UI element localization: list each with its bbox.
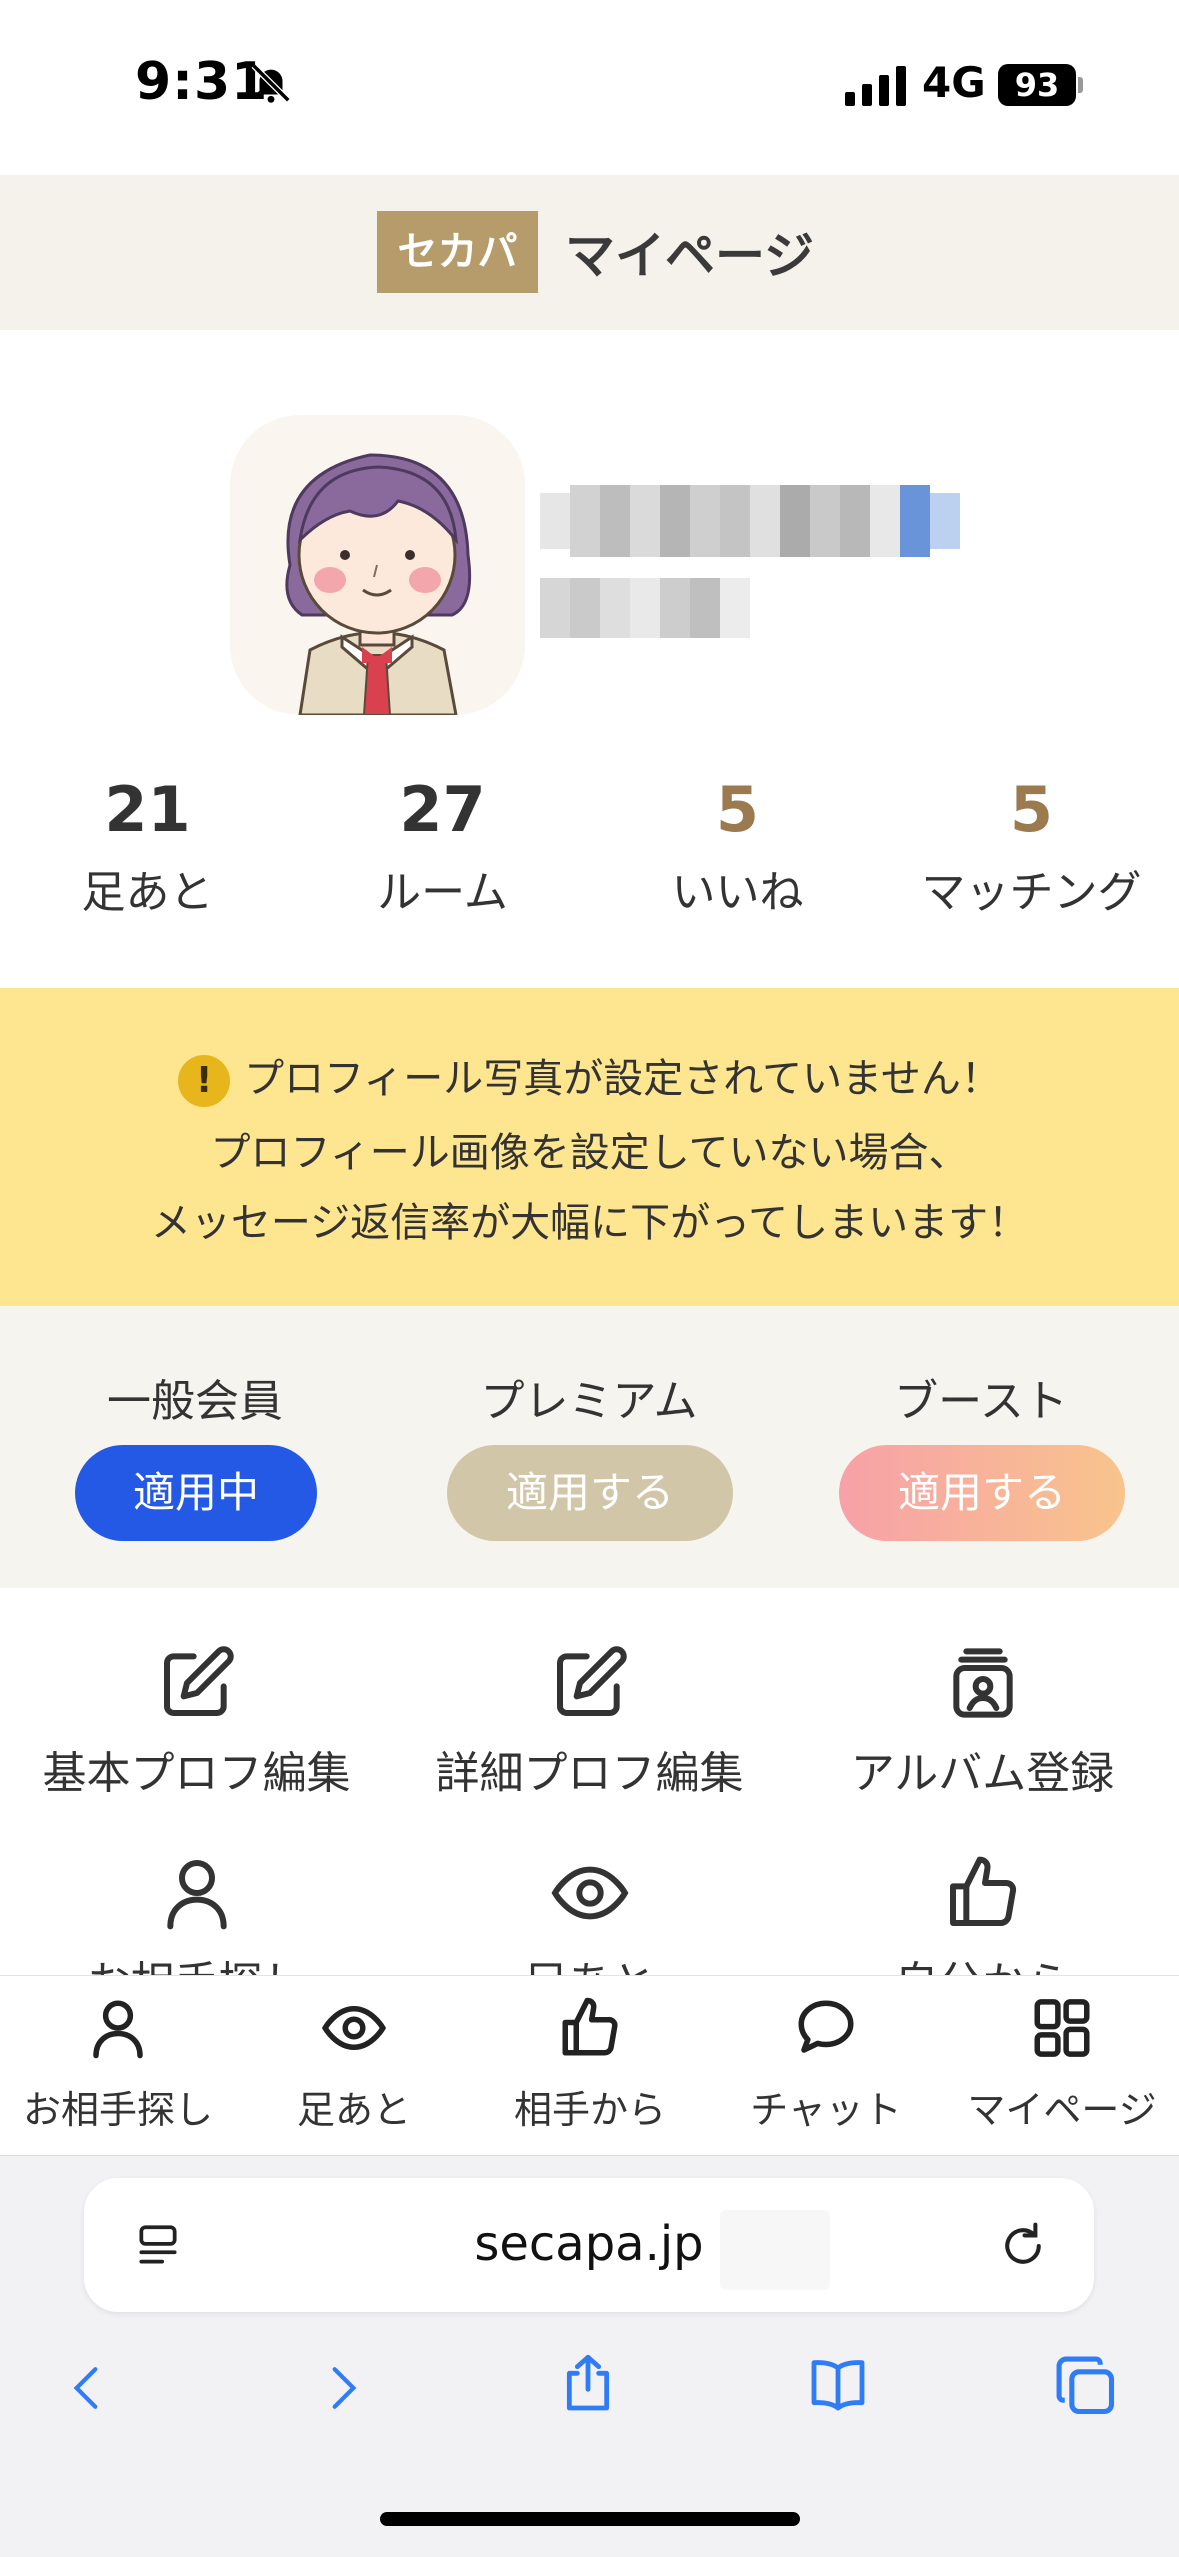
stat-rooms[interactable]: 27 ルーム	[295, 770, 590, 920]
tab-from-partner[interactable]: 相手から	[472, 1995, 708, 2134]
warning-line-3: メッセージ返信率が大幅に下がってしまいます！	[150, 1200, 1029, 1246]
exclamation-icon: !	[178, 1055, 231, 1107]
stat-value: 5	[1009, 773, 1054, 846]
thumbs-up-icon	[562, 1997, 618, 2056]
person-icon	[93, 2000, 143, 2059]
eye-icon	[551, 1866, 628, 1920]
blurred-subtitle	[540, 578, 750, 638]
chat-icon	[798, 2000, 854, 2053]
menu-label: 自分から	[786, 1947, 1179, 1975]
tab-label: チャット	[750, 2088, 902, 2132]
stat-value: 5	[715, 773, 760, 846]
tab-chat[interactable]: チャット	[708, 1995, 944, 2134]
home-indicator	[380, 2512, 800, 2526]
stat-value: 27	[399, 773, 486, 846]
avatar-illustration	[230, 415, 525, 715]
stat-label: いいね	[671, 867, 804, 918]
cellular-signal-icon	[845, 66, 906, 106]
menu-label: 基本プロフ編集	[42, 1748, 351, 1799]
menu-label: お相手探し	[0, 1947, 393, 1975]
plan-label-regular: 一般会員	[107, 1376, 283, 1427]
blurred-url-region	[720, 2210, 830, 2290]
blurred-username	[540, 485, 960, 557]
warning-line-1: ! プロフィール写真が設定されていません！	[0, 1046, 1179, 1107]
edit-icon	[556, 1646, 627, 1716]
grid-icon	[1034, 1999, 1090, 2057]
share-icon[interactable]	[556, 2348, 620, 2420]
tabs-icon[interactable]	[1052, 2352, 1120, 2420]
premium-apply-button[interactable]: 適用する	[447, 1445, 733, 1541]
menu-label: 詳細プロフ編集	[435, 1748, 744, 1799]
boost-apply-button[interactable]: 適用する	[839, 1445, 1125, 1541]
thumbs-up-icon	[949, 1856, 1016, 1927]
album-icon	[952, 1648, 1013, 1718]
silent-bell-icon	[251, 63, 291, 103]
menu-label: アルバム登録	[850, 1748, 1115, 1799]
tab-label: お相手探し	[22, 2088, 213, 2132]
tab-search-partner[interactable]: お相手探し	[0, 1995, 236, 2134]
back-icon[interactable]	[62, 2358, 112, 2418]
battery-tip	[1078, 77, 1083, 93]
stat-label: 足あと	[81, 867, 214, 918]
plan-label-premium: プレミアム	[480, 1376, 698, 1427]
tab-mypage[interactable]: マイページ	[944, 1995, 1179, 2134]
brand-logo[interactable]: セカパ	[377, 211, 538, 293]
stat-matching[interactable]: 5 マッチング	[884, 770, 1179, 920]
menu-grid: 基本プロフ編集 詳細プロフ編集 アルバム登録 お相手探し 足あと	[0, 1588, 1179, 1975]
menu-album-register[interactable]: アルバム登録	[786, 1643, 1179, 1801]
menu-detail-profile-edit[interactable]: 詳細プロフ編集	[393, 1643, 786, 1801]
person-icon	[166, 1860, 227, 1930]
page-title: マイページ	[565, 227, 814, 285]
stat-likes[interactable]: 5 いいね	[590, 770, 885, 920]
tab-label: 足あと	[296, 2088, 411, 2132]
tab-footprints[interactable]: 足あと	[236, 1995, 472, 2134]
stat-footprints[interactable]: 21 足あと	[0, 770, 295, 920]
plan-label-boost: ブースト	[894, 1376, 1068, 1427]
warning-line-2: プロフィール画像を設定していない場合、	[210, 1130, 969, 1176]
url-text[interactable]: secapa.jp	[84, 2216, 1094, 2272]
avatar[interactable]	[230, 415, 525, 715]
menu-basic-profile-edit[interactable]: 基本プロフ編集	[0, 1643, 393, 1801]
bookmarks-icon[interactable]	[800, 2352, 876, 2416]
battery-icon: 93	[998, 64, 1076, 106]
eye-icon	[321, 2005, 387, 2051]
tab-label: 相手から	[513, 2088, 666, 2132]
menu-footprints[interactable]: 足あと	[393, 1853, 786, 1975]
regular-plan-active-button[interactable]: 適用中	[75, 1445, 317, 1541]
forward-icon[interactable]	[318, 2358, 368, 2418]
stat-value: 21	[104, 773, 191, 846]
tab-label: マイページ	[967, 2088, 1157, 2132]
network-type: 4G	[922, 58, 986, 107]
menu-label: 足あと	[393, 1947, 786, 1975]
stat-label: ルーム	[377, 867, 508, 918]
edit-icon	[163, 1646, 234, 1716]
menu-from-me[interactable]: 自分から	[786, 1853, 1179, 1975]
stat-label: マッチング	[921, 867, 1142, 918]
reload-icon[interactable]	[996, 2219, 1050, 2273]
menu-search-partner[interactable]: お相手探し	[0, 1853, 393, 1975]
